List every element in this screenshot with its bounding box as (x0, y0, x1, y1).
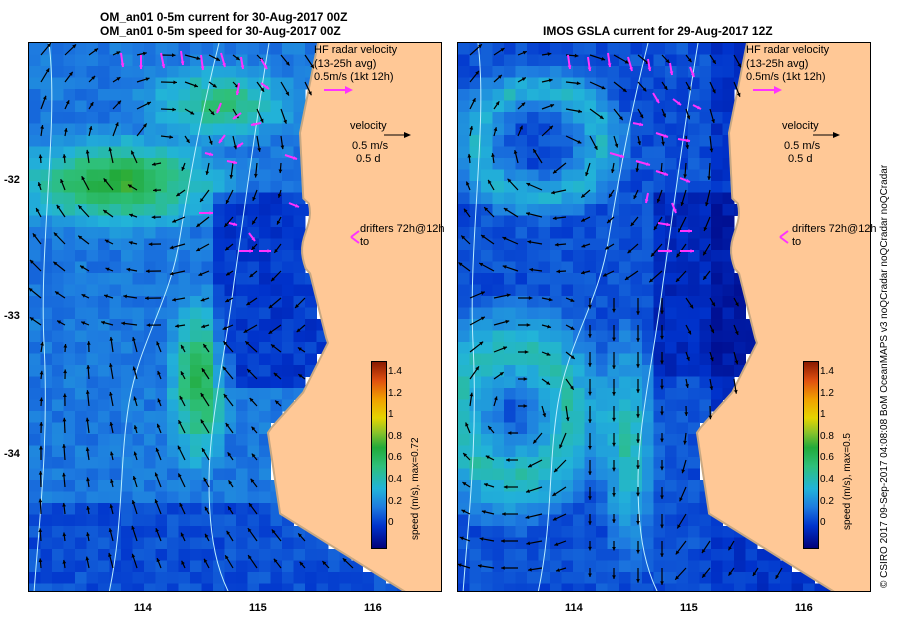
left-cbar-tick-0-2: 0.2 (388, 496, 402, 507)
right-velocity-label: velocity (782, 120, 819, 132)
right-cbar-tick-1-4: 1.4 (820, 366, 834, 377)
right-hf-radar-label-3: 0.5m/s (1kt 12h) (746, 71, 826, 83)
right-velocity-scale: 0.5 m/s (784, 140, 821, 152)
right-title: IMOS GSLA current for 29-Aug-2017 12Z (543, 24, 773, 38)
right-x-tick-114: 114 (565, 602, 583, 614)
right-cbar-tick-0-4: 0.4 (820, 474, 834, 485)
right-velocity-time: 0.5 d (788, 153, 813, 165)
left-velocity-time: 0.5 d (356, 153, 381, 165)
left-cbar-tick-0-8: 0.8 (388, 431, 402, 442)
left-drifters-to: to (360, 236, 370, 248)
right-cbar-tick-0-6: 0.6 (820, 452, 834, 463)
left-cbar-tick-1-4: 1.4 (388, 366, 402, 377)
right-cbar-tick-0-8: 0.8 (820, 431, 834, 442)
left-cbar-tick-0-4: 0.4 (388, 474, 402, 485)
left-cbar-tick-1: 1 (388, 409, 394, 420)
credit-text: © CSIRO 2017 09-Sep-2017 04:08:08 BoM Oc… (879, 164, 890, 588)
left-colorbar-label: speed (m/s), max=0.72 (410, 437, 421, 540)
right-cbar-tick-1: 1 (820, 409, 826, 420)
left-colorbar (371, 361, 387, 549)
left-title-line1: OM_an01 0-5m current for 30-Aug-2017 00Z (100, 10, 348, 24)
left-hf-radar-label-2: (13-25h avg) (314, 58, 377, 70)
left-cbar-tick-0-6: 0.6 (388, 452, 402, 463)
right-cbar-tick-0: 0 (820, 517, 826, 528)
left-hf-radar-label-1: HF radar velocity (314, 44, 398, 56)
right-colorbar (803, 361, 819, 549)
y-tick-33: -33 (4, 310, 20, 322)
left-hf-radar-label-3: 0.5m/s (1kt 12h) (314, 71, 394, 83)
left-x-tick-116: 116 (364, 602, 382, 614)
right-drifters-label: drifters 72h@12h (792, 223, 877, 235)
right-colorbar-label: speed (m/s), max=0.5 (842, 433, 853, 530)
y-tick-32: -32 (4, 174, 20, 186)
left-cbar-tick-1-2: 1.2 (388, 388, 402, 399)
left-drifters-label: drifters 72h@12h (360, 223, 445, 235)
left-x-tick-114: 114 (134, 602, 152, 614)
right-hf-radar-label-2: (13-25h avg) (746, 58, 809, 70)
left-velocity-scale: 0.5 m/s (352, 140, 389, 152)
left-cbar-tick-0: 0 (388, 517, 394, 528)
left-velocity-label: velocity (350, 120, 387, 132)
right-cbar-tick-1-2: 1.2 (820, 388, 834, 399)
right-x-tick-116: 116 (795, 602, 813, 614)
left-title-line2: OM_an01 0-5m speed for 30-Aug-2017 00Z (100, 24, 341, 38)
left-x-tick-115: 115 (249, 602, 267, 614)
right-hf-radar-label-1: HF radar velocity (746, 44, 830, 56)
right-cbar-tick-0-2: 0.2 (820, 496, 834, 507)
right-drifters-to: to (792, 236, 802, 248)
right-x-tick-115: 115 (680, 602, 698, 614)
y-tick-34: -34 (4, 448, 20, 460)
